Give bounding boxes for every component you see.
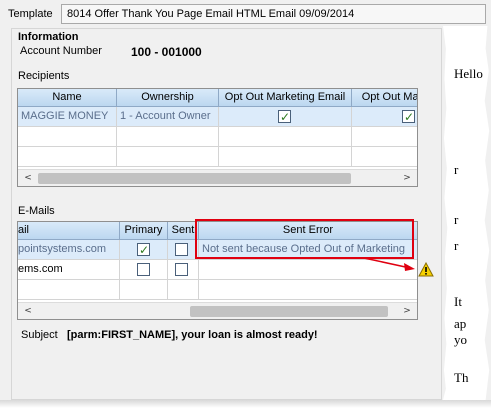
- column-header-opt-out-marketing-email[interactable]: Opt Out Marketing Email: [219, 89, 352, 107]
- recipient-opt-out-email-cell[interactable]: [219, 107, 352, 127]
- preview-text: Th: [454, 370, 469, 385]
- primary-cell[interactable]: [120, 240, 168, 260]
- email-preview-panel: Hello r r r It ap yo Th: [443, 26, 491, 400]
- red-arrow-icon: [363, 257, 415, 271]
- empty-cell: [352, 147, 417, 167]
- empty-cell: [120, 280, 168, 300]
- column-header-name[interactable]: Name: [18, 89, 117, 107]
- preview-text: r: [454, 212, 459, 227]
- emails-title: E-Mails: [18, 205, 55, 217]
- empty-cell: [18, 280, 120, 300]
- recipients-title: Recipients: [18, 70, 70, 82]
- form-area: [11, 28, 442, 400]
- column-header-email[interactable]: ail: [18, 222, 120, 240]
- scroll-thumb[interactable]: [38, 173, 351, 184]
- empty-cell: [199, 280, 417, 300]
- scroll-left-arrow[interactable]: <: [20, 304, 36, 319]
- preview-text: yo: [454, 332, 467, 347]
- account-number-label: Account Number: [20, 45, 102, 57]
- emails-hscrollbar[interactable]: < >: [18, 302, 417, 319]
- empty-cell: [168, 280, 199, 300]
- scroll-right-arrow[interactable]: >: [399, 304, 415, 319]
- primary-checkbox[interactable]: [137, 263, 150, 276]
- sent-error-highlight: [195, 219, 414, 259]
- column-header-primary[interactable]: Primary: [120, 222, 168, 240]
- column-header-opt-out-mar[interactable]: Opt Out Mar: [352, 89, 417, 107]
- subject-value: [parm:FIRST_NAME], your loan is almost r…: [67, 329, 318, 341]
- opt-out-marketing-email-checkbox[interactable]: [278, 108, 291, 126]
- empty-cell: [18, 127, 117, 147]
- primary-cell[interactable]: [120, 260, 168, 280]
- column-header-ownership[interactable]: Ownership: [117, 89, 219, 107]
- scroll-right-arrow[interactable]: >: [399, 171, 415, 186]
- sent-checkbox[interactable]: [175, 243, 188, 256]
- recipient-ownership-cell[interactable]: 1 - Account Owner: [117, 107, 219, 127]
- sent-cell[interactable]: [168, 260, 199, 280]
- primary-checkbox[interactable]: [137, 241, 150, 259]
- empty-cell: [117, 147, 219, 167]
- template-row: Template 8014 Offer Thank You Page Email…: [0, 0, 491, 26]
- empty-cell: [117, 127, 219, 147]
- preview-text: Hello: [454, 66, 483, 81]
- empty-cell: [18, 147, 117, 167]
- sent-checkbox[interactable]: [175, 263, 188, 276]
- template-field[interactable]: 8014 Offer Thank You Page Email HTML Ema…: [61, 4, 486, 24]
- empty-cell: [352, 127, 417, 147]
- preview-text: r: [454, 162, 459, 177]
- email-cell[interactable]: ems.com: [18, 260, 120, 280]
- recipients-grid[interactable]: Name Ownership Opt Out Marketing Email O…: [17, 88, 418, 187]
- recipient-opt-out-mar-cell[interactable]: [352, 107, 417, 127]
- opt-out-mar-checkbox[interactable]: [402, 108, 415, 126]
- empty-cell: [219, 127, 352, 147]
- empty-cell: [219, 147, 352, 167]
- subject-label: Subject: [21, 329, 58, 341]
- preview-text: It: [454, 294, 462, 309]
- account-number-value: 100 - 001000: [131, 45, 202, 59]
- email-cell[interactable]: pointsystems.com: [18, 240, 120, 260]
- recipient-name-cell[interactable]: MAGGIE MONEY: [18, 107, 117, 127]
- template-label: Template: [8, 8, 53, 20]
- information-title: Information: [18, 31, 79, 43]
- scroll-thumb[interactable]: [190, 306, 388, 317]
- recipients-hscrollbar[interactable]: < >: [18, 169, 417, 186]
- email-dialog: Template 8014 Offer Thank You Page Email…: [0, 0, 491, 408]
- scroll-left-arrow[interactable]: <: [20, 171, 36, 186]
- preview-text: ap: [454, 316, 467, 331]
- preview-text: r: [454, 238, 459, 253]
- warning-icon: [418, 262, 434, 277]
- bottom-shadow: [0, 400, 491, 408]
